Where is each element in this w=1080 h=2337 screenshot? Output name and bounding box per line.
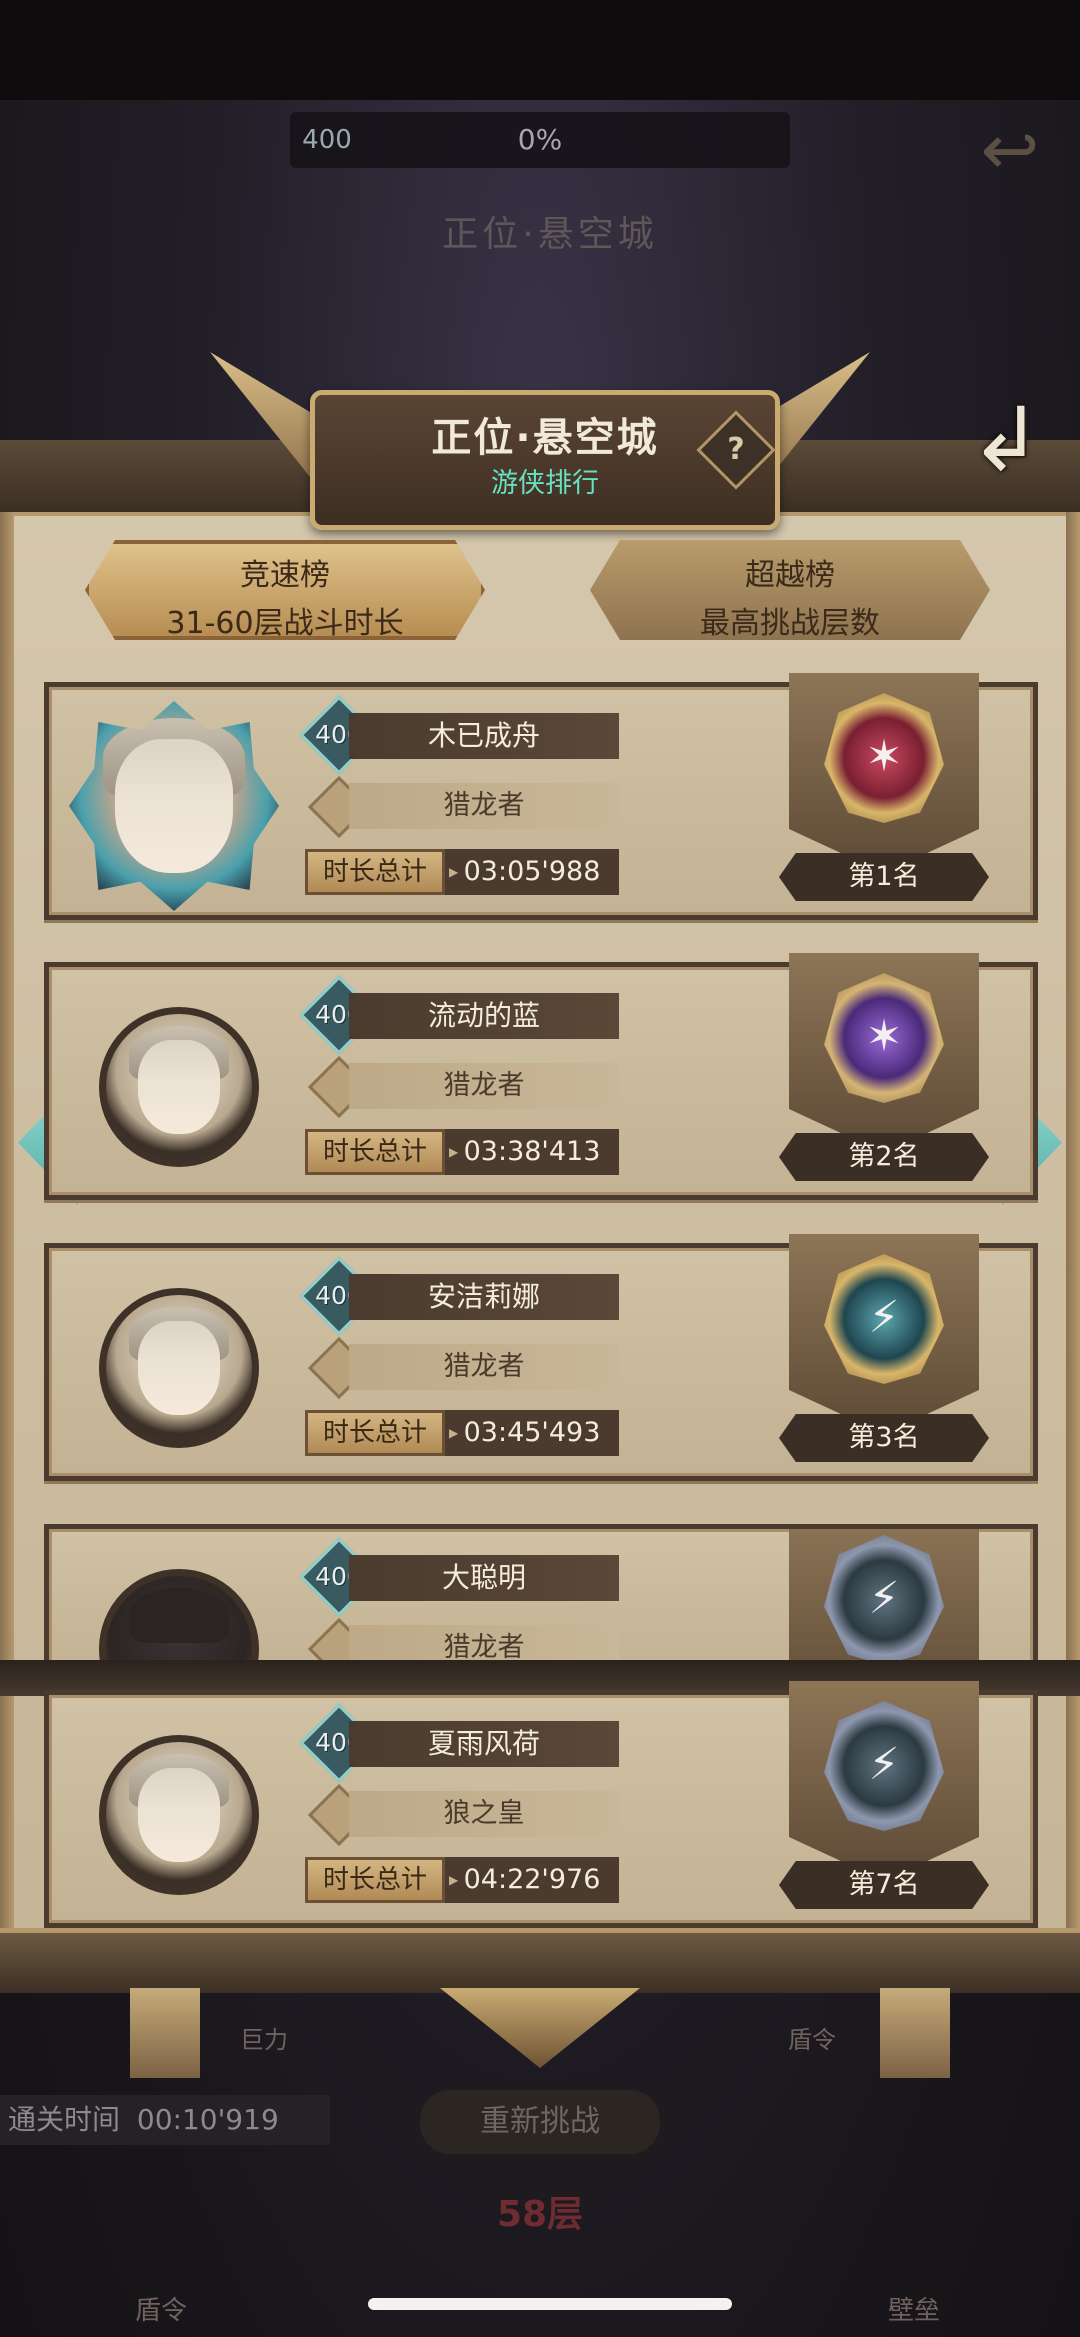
player-class: 猎龙者 [349,1344,619,1390]
frame-pillar [880,1988,950,2078]
time-value: 03:45'493 [445,1410,619,1456]
time-label: 时长总计 [305,849,445,895]
avatar [99,1569,259,1669]
avatar-face [138,1321,220,1415]
time-value: 03:38'413 [445,1129,619,1175]
rank-label: 第2名 [779,1133,989,1181]
clear-label: 通关时间 [8,2103,121,2136]
panel-border-right [1066,512,1080,1942]
time-value: 03:05'988 [445,849,619,895]
time-value: 04:22'976 [445,1857,619,1903]
tab-subtitle: 31-60层战斗时长 [166,606,404,641]
status-bar-area [0,0,1080,100]
help-glyph: ? [727,432,745,467]
my-ranking-row[interactable]: 400 夏雨风荷 狼之皇 时长总计 04:22'976 ⚡ 第7名 [44,1681,1038,1928]
player-name: 流动的蓝 [349,993,619,1039]
panel-border-left [0,512,14,1942]
background-back-icon: ↩ [980,109,1040,191]
home-indicator[interactable] [368,2298,732,2310]
tab-title: 竞速榜 [240,558,330,593]
rank-label: 第1名 [779,853,989,901]
rank-label: 第3名 [779,1414,989,1462]
emblem-mark-icon: ⚡ [868,1573,900,1624]
emblem-mark-icon: ⚡ [868,1292,900,1343]
ranking-row[interactable]: 400 木已成舟 猎龙者 时长总计 03:05'988 ✶ 第1名 [44,673,1038,920]
avatar [99,1007,259,1167]
player-name: 安洁莉娜 [349,1274,619,1320]
background-title: 正位·悬空城 [442,214,658,255]
time-label: 时长总计 [305,1129,445,1175]
ranking-row[interactable]: 400 大聪明 猎龙者 ⚡ [44,1524,1038,1674]
time-label: 时长总计 [305,1857,445,1903]
player-class: 狼之皇 [349,1791,619,1837]
ranking-row[interactable]: 400 流动的蓝 猎龙者 时长总计 03:38'413 ✶ 第2名 [44,953,1038,1200]
avatar-face [115,738,233,874]
background-bottom-right: 壁垒 [888,2296,941,2326]
background-clear-time: 通关时间 00:10'919 [0,2095,330,2145]
avatar-face [138,1040,220,1134]
tab-title: 超越榜 [745,558,835,593]
emblem-mark-icon: ✶ [865,1011,903,1062]
time-label: 时长总计 [305,1410,445,1456]
rank-label: 第7名 [779,1861,989,1909]
player-class: 猎龙者 [349,783,619,829]
background-skill-left: 巨力 [240,2026,288,2054]
panel-bottom-frame [0,1928,1080,1993]
background-level-badge: 400 [302,125,352,155]
background-bottom-left: 盾令 [135,2296,188,2326]
background-retry-button: 重新挑战 [420,2090,660,2154]
player-class: 猎龙者 [349,1063,619,1109]
clear-time: 00:10'919 [136,2103,279,2136]
progress-text: 0% [290,112,790,168]
player-name: 木已成舟 [349,713,619,759]
background-skill-right: 盾令 [788,2026,836,2054]
ranking-row[interactable]: 400 安洁莉娜 猎龙者 时长总计 03:45'493 ⚡ 第3名 [44,1234,1038,1481]
back-button[interactable]: ↲ [956,390,1056,490]
tab-subtitle: 最高挑战层数 [700,606,880,641]
tab-surpass-ranking[interactable]: 超越榜 最高挑战层数 [590,540,990,640]
emblem-mark-icon: ⚡ [868,1739,900,1790]
avatar [69,701,279,911]
emblem-mark-icon: ✶ [865,731,903,782]
avatar [99,1735,259,1895]
avatar-hair [129,1587,229,1644]
background-floor-label: 58层 [496,2194,584,2235]
player-name: 夏雨风荷 [349,1721,619,1767]
avatar [99,1288,259,1448]
player-name: 大聪明 [349,1555,619,1601]
avatar-face [138,1768,220,1862]
frame-pillar [130,1988,200,2078]
page-subtitle: 游侠排行 [491,468,599,499]
tab-speed-ranking[interactable]: 竞速榜 31-60层战斗时长 [85,540,485,640]
return-arrow-icon: ↲ [969,388,1043,491]
